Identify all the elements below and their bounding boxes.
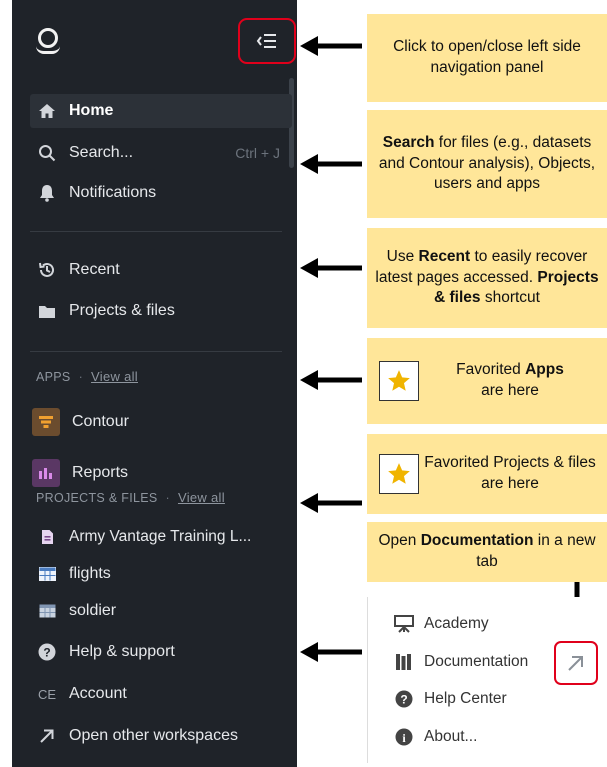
- help-icon: ?: [34, 643, 60, 661]
- callout-text: Click to open/close left side navigation…: [393, 38, 581, 76]
- help-menu-about[interactable]: i About...: [392, 728, 477, 746]
- home-icon: [34, 103, 60, 119]
- bell-icon: [34, 184, 60, 202]
- help-menu-academy[interactable]: Academy: [392, 615, 489, 633]
- apps-section-header: APPS · View all: [36, 369, 138, 384]
- documentation-icon: [392, 653, 416, 671]
- sidebar-item-search[interactable]: Search... Ctrl + J: [30, 136, 292, 170]
- contour-app-icon: [32, 408, 60, 436]
- dataset-icon: [34, 604, 60, 618]
- sidebar-item-label: Army Vantage Training L...: [69, 528, 252, 545]
- external-arrow-icon: [34, 728, 60, 744]
- callout-toggle: Click to open/close left side navigation…: [367, 14, 607, 102]
- callout-text: Favorited Projects & files are here: [424, 454, 596, 492]
- projects-view-all-link[interactable]: View all: [178, 490, 225, 505]
- pointer-arrow-icon: [300, 370, 362, 390]
- callout-text: are here: [481, 382, 539, 399]
- sidebar-item-notifications[interactable]: Notifications: [30, 176, 292, 210]
- callout-bold: Recent: [418, 247, 471, 265]
- help-menu-label: About...: [424, 728, 478, 745]
- sidebar-item-label: Open other workspaces: [69, 727, 238, 744]
- sidebar-item-label: Help & support: [69, 643, 175, 660]
- callout-bold: Search: [382, 133, 435, 151]
- sidebar-item-other-workspaces[interactable]: Open other workspaces: [30, 719, 292, 753]
- sidebar-item-label: Contour: [72, 413, 129, 430]
- sidebar-project-item[interactable]: soldier: [30, 594, 292, 628]
- callout-text: shortcut: [480, 289, 540, 307]
- callout-docs: Open Documentation in a new tab: [367, 522, 607, 582]
- dataset-icon: [34, 567, 60, 581]
- open-documentation-new-tab-button[interactable]: [554, 641, 598, 685]
- pointer-arrow-icon: [300, 493, 362, 513]
- callout-bold: Apps: [525, 361, 564, 379]
- svg-text:?: ?: [400, 693, 407, 707]
- sidebar-app-reports[interactable]: Reports: [18, 456, 280, 490]
- folder-icon: [34, 304, 60, 319]
- callout-text: Use: [386, 247, 419, 265]
- projects-section-header: PROJECTS & FILES · View all: [36, 490, 225, 505]
- search-icon: [34, 144, 60, 162]
- reports-app-icon: [32, 459, 60, 487]
- apps-section-label: APPS: [36, 369, 71, 384]
- pointer-arrow-icon: [300, 642, 362, 662]
- sidebar-app-contour[interactable]: Contour: [18, 405, 280, 439]
- sidebar-divider: [30, 231, 282, 232]
- sidebar-item-label: soldier: [69, 602, 117, 619]
- apps-view-all-link[interactable]: View all: [91, 369, 138, 384]
- projects-section-label: PROJECTS & FILES: [36, 490, 158, 505]
- pointer-arrow-icon: [300, 154, 362, 174]
- sidebar-item-account[interactable]: CE Account: [30, 677, 292, 711]
- sidebar-item-label: flights: [69, 565, 111, 582]
- sidebar-item-projects-files[interactable]: Projects & files: [30, 294, 292, 328]
- star-icon: [379, 361, 419, 401]
- sidebar-divider: [30, 351, 282, 352]
- svg-text:?: ?: [43, 646, 50, 660]
- sidebar-item-label: Account: [69, 685, 127, 702]
- sidebar-item-label: Reports: [72, 464, 129, 481]
- sidebar-project-item[interactable]: Army Vantage Training L...: [30, 520, 292, 554]
- sidebar-item-label: Recent: [69, 261, 120, 278]
- help-menu-help-center[interactable]: ? Help Center: [392, 690, 507, 708]
- callout-apps: Favorited Apps are here: [367, 338, 607, 424]
- sidebar-item-label: Search...: [69, 144, 134, 161]
- callout-search: Search for files (e.g., datasets and Con…: [367, 110, 607, 218]
- sidebar-item-home[interactable]: Home: [30, 94, 292, 128]
- history-icon: [34, 261, 60, 279]
- help-menu-label: Documentation: [424, 653, 529, 670]
- external-arrow-icon: [568, 656, 583, 671]
- search-shortcut: Ctrl + J: [235, 145, 280, 161]
- help-icon: ?: [392, 690, 416, 708]
- callout-bold: Documentation: [420, 532, 534, 550]
- sidebar-project-item[interactable]: flights: [30, 557, 292, 591]
- pointer-arrow-icon: [300, 258, 362, 278]
- navigation-sidebar: Home Search... Ctrl + J Notifications Re…: [12, 0, 297, 767]
- callout-projects: Favorited Projects & files are here: [367, 434, 607, 514]
- academy-icon: [392, 615, 416, 633]
- sidebar-item-label: Home: [69, 102, 114, 119]
- help-menu-documentation[interactable]: Documentation: [392, 653, 528, 671]
- callout-recent: Use Recent to easily recover latest page…: [367, 228, 607, 328]
- collapse-sidebar-icon: [256, 34, 276, 48]
- pointer-arrow-icon: [300, 36, 362, 56]
- callout-text: Favorited: [456, 361, 526, 379]
- help-menu-label: Academy: [424, 615, 489, 632]
- document-icon: [34, 529, 60, 545]
- collapse-sidebar-button[interactable]: [238, 18, 296, 64]
- account-icon: CE: [37, 686, 57, 702]
- help-menu-label: Help Center: [424, 690, 507, 707]
- sidebar-item-recent[interactable]: Recent: [30, 253, 292, 287]
- sidebar-item-help-support[interactable]: ? Help & support: [30, 635, 292, 669]
- callout-text: Open: [378, 532, 421, 550]
- star-icon: [379, 454, 419, 494]
- sidebar-item-label: Projects & files: [69, 302, 175, 319]
- info-icon: i: [392, 728, 416, 746]
- sidebar-item-label: Notifications: [69, 184, 157, 201]
